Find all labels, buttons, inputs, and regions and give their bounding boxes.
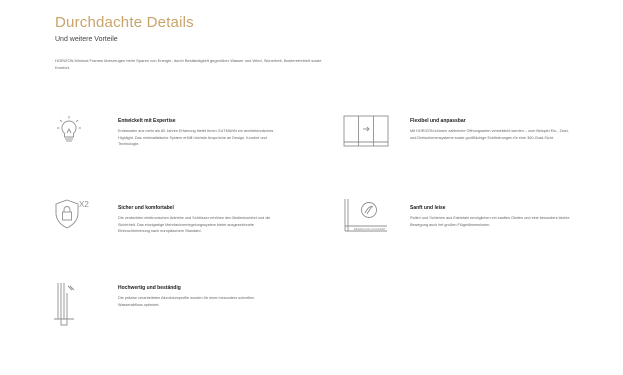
details-section: Durchdachte Details Und weitere Vorteile… <box>0 0 623 375</box>
icon-caption: BEWEGUNG SCHWEBT <box>354 227 386 231</box>
feature-heading: Hochwertig und beständig <box>118 285 181 291</box>
intro-text: HORIZON Minimal Frames überzeugen beim S… <box>55 58 322 70</box>
feature-text: Die präzise verarbeiteten Aluminiumprofi… <box>118 296 255 307</box>
feature-expertise: Entwickelt mit Expertise Entstanden aus … <box>52 114 282 174</box>
feature-heading: Sanft und leise <box>410 205 446 211</box>
feature-smooth: BEWEGUNG SCHWEBT Sanft und leise Rollen … <box>343 197 593 257</box>
feature-durable: Hochwertig und beständig Die präzise ver… <box>52 281 287 341</box>
aluminium-profile-icon <box>52 281 76 327</box>
section-title: Durchdachte Details <box>55 14 194 31</box>
sliding-rail-icon: BEWEGUNG SCHWEBT <box>343 197 389 232</box>
feature-text: Die verdeckten elektronischen Antriebe u… <box>118 216 271 233</box>
lightbulb-icon <box>52 114 86 148</box>
feature-security: X2 Sicher und komfortabel Die verdeckten… <box>52 197 287 267</box>
feature-heading: Entwickelt mit Expertise <box>118 118 176 124</box>
feature-text: Rollen und Schienen aus Edelstahl ermögl… <box>410 216 570 227</box>
feature-text: Entstanden aus mehr als 80 Jahren Erfahr… <box>118 129 274 146</box>
feature-flexible: Flexibel und anpassbar Mit HORIZON könne… <box>343 114 593 174</box>
section-subtitle: Und weitere Vorteile <box>55 36 118 43</box>
feature-text: Mit HORIZON können zahlreiche Öffnungsar… <box>410 129 569 140</box>
icon-badge: X2 <box>79 200 89 209</box>
shield-lock-icon: X2 <box>52 197 92 231</box>
window-panels-icon <box>343 114 389 148</box>
feature-heading: Sicher und komfortabel <box>118 205 174 211</box>
feature-heading: Flexibel und anpassbar <box>410 118 466 124</box>
